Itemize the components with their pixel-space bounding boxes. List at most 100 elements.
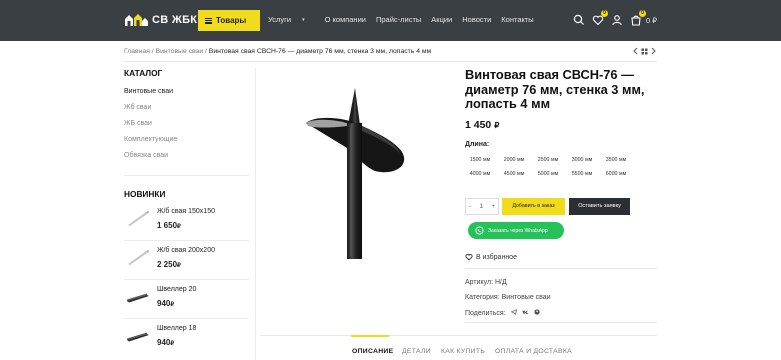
nav-item-promotions[interactable]: Акции	[431, 15, 452, 24]
quantity-plus-button[interactable]: +	[491, 204, 495, 210]
length-option[interactable]: 1500 мм	[465, 154, 495, 166]
add-to-favorites-label: В избранное	[476, 253, 517, 261]
nav-item-about[interactable]: О компании	[325, 15, 366, 24]
new-products-title: НОВИНКИ	[124, 189, 166, 199]
currency-sign: ₽	[170, 341, 175, 347]
breadcrumb-current: Винтовая свая СВСН-76 — диаметр 76 мм, с…	[208, 48, 432, 55]
favorites-count-badge: 0	[600, 10, 608, 17]
currency-sign: ₽	[177, 224, 181, 230]
divider	[465, 322, 657, 323]
length-option[interactable]: 2500 мм	[533, 154, 563, 166]
header-actions: 0 0 0 ₽	[567, 10, 657, 27]
currency-sign: ₽	[170, 302, 175, 308]
price-value: 1 450	[465, 119, 492, 131]
cart-count-badge: 0	[638, 10, 646, 17]
product-image[interactable]	[300, 85, 410, 260]
new-product-name[interactable]: Ж/б свая 200х200	[157, 247, 215, 254]
add-to-order-button[interactable]: Добавить в заказ	[502, 198, 565, 215]
cart-icon[interactable]: 0	[629, 10, 646, 27]
new-product-price: 2 250₽	[157, 260, 181, 269]
search-icon[interactable]	[572, 13, 586, 27]
grid-icon[interactable]	[641, 48, 648, 55]
divider	[124, 61, 657, 62]
concrete-pile-icon	[126, 210, 150, 226]
new-product-name[interactable]: Швеллер 20	[157, 286, 196, 293]
tab-how-to-buy[interactable]: КАК КУПИТЬ	[441, 348, 485, 355]
product-price: 1 450 ₽	[465, 119, 499, 131]
user-icon[interactable]	[610, 13, 624, 27]
product-category: Категория: Винтовые сваи	[465, 294, 551, 301]
length-option[interactable]: 4000 мм	[465, 168, 495, 180]
price-value: 2 250	[157, 260, 178, 269]
tabs-divider	[260, 335, 657, 336]
nav-item-news[interactable]: Новости	[462, 15, 491, 24]
new-product-item[interactable]: Швеллер 18 940₽	[124, 321, 249, 359]
price-value: 940	[157, 338, 171, 347]
odnoklassniki-icon[interactable]	[534, 309, 540, 317]
goods-menu-label: Товары	[216, 16, 247, 25]
new-product-name[interactable]: Швеллер 18	[157, 325, 196, 332]
new-product-item[interactable]: Ж/б свая 150х150 1 650₽	[124, 204, 249, 242]
quantity-minus-button[interactable]: -	[469, 204, 471, 210]
sidebar: КАТАЛОГ Винтовые сваи Жб сваи ЖБ сваи Ко…	[124, 68, 249, 347]
divider	[124, 318, 249, 319]
goods-menu-button[interactable]: Товары	[198, 10, 260, 31]
whatsapp-icon	[475, 226, 484, 235]
catalog-item-screw-piles[interactable]: Винтовые сваи	[124, 88, 173, 95]
new-product-item[interactable]: Ж/б свая 200х200 2 250₽	[124, 243, 249, 281]
price-value: 1 650	[157, 221, 178, 230]
product-sku: Артикул: Н/Д	[465, 279, 507, 286]
nav-item-services[interactable]: Услуги ▾	[268, 15, 315, 24]
length-option[interactable]: 3500 мм	[601, 154, 631, 166]
length-option[interactable]: 2000 мм	[499, 154, 529, 166]
new-product-item[interactable]: Швеллер 20 940₽	[124, 282, 249, 320]
vk-icon[interactable]	[521, 310, 529, 317]
channel-beam-icon	[126, 288, 150, 304]
heart-icon	[465, 254, 473, 261]
divider	[124, 240, 249, 241]
catalog-item-rc-piles[interactable]: Жб сваи	[124, 104, 151, 111]
breadcrumb-separator: /	[205, 48, 207, 55]
divider	[465, 268, 657, 269]
length-option[interactable]: 5500 мм	[567, 168, 597, 180]
quantity-input[interactable]: 1	[480, 204, 483, 210]
share-label: Поделиться:	[465, 309, 506, 317]
sidebar-divider	[255, 68, 256, 360]
logo[interactable]: СВ ЖБК	[124, 12, 197, 28]
divider	[124, 175, 249, 176]
add-to-favorites[interactable]: В избранное	[465, 253, 517, 261]
tab-details[interactable]: ДЕТАЛИ	[402, 348, 431, 355]
quantity-stepper: - 1 +	[465, 198, 499, 215]
catalog-item-accessories[interactable]: Комплектующие	[124, 136, 177, 143]
chevron-right-icon[interactable]	[650, 47, 657, 55]
catalog-item-pile-strapping[interactable]: Обвязка сваи	[124, 152, 168, 159]
nav-item-contacts[interactable]: Контакты	[501, 15, 533, 24]
catalog-item-rc-piles-2[interactable]: ЖБ сваи	[124, 120, 152, 127]
whatsapp-order-button[interactable]: Заказать через WhatsApp	[468, 222, 564, 239]
new-product-price: 940₽	[157, 299, 174, 308]
nav-item-price-lists[interactable]: Прайс-листы	[376, 15, 421, 24]
channel-beam-icon	[126, 327, 150, 343]
share-row: Поделиться:	[465, 309, 540, 317]
new-product-name[interactable]: Ж/б свая 150х150	[157, 208, 215, 215]
product-title: Винтовая свая СВСН-76 — диаметр 76 мм, с…	[465, 67, 645, 111]
chevron-left-icon[interactable]	[632, 47, 639, 55]
leave-request-button[interactable]: Оставить заявку	[569, 198, 630, 215]
price-value: 940	[157, 299, 171, 308]
length-option[interactable]: 3000 мм	[567, 154, 597, 166]
favorites-heart-icon[interactable]: 0	[591, 10, 608, 27]
length-option[interactable]: 4500 мм	[499, 168, 529, 180]
active-tab-indicator	[351, 335, 389, 337]
breadcrumb-category[interactable]: Винтовые сваи	[156, 48, 204, 55]
cart-total[interactable]: 0 ₽	[646, 16, 657, 25]
tab-payment-delivery[interactable]: ОПЛАТА И ДОСТАВКА	[495, 348, 572, 355]
length-option[interactable]: 5000 мм	[533, 168, 563, 180]
breadcrumb-home[interactable]: Главная	[124, 48, 150, 55]
telegram-icon[interactable]	[510, 309, 517, 317]
breadcrumb-separator: /	[151, 48, 154, 55]
site-header: СВ ЖБК Товары Услуги ▾ О компании Прайс-л…	[0, 0, 781, 41]
currency-sign: ₽	[177, 263, 181, 269]
length-option[interactable]: 6000 мм	[601, 168, 631, 180]
currency-sign: ₽	[494, 121, 500, 130]
tab-description[interactable]: ОПИСАНИЕ	[352, 348, 393, 355]
